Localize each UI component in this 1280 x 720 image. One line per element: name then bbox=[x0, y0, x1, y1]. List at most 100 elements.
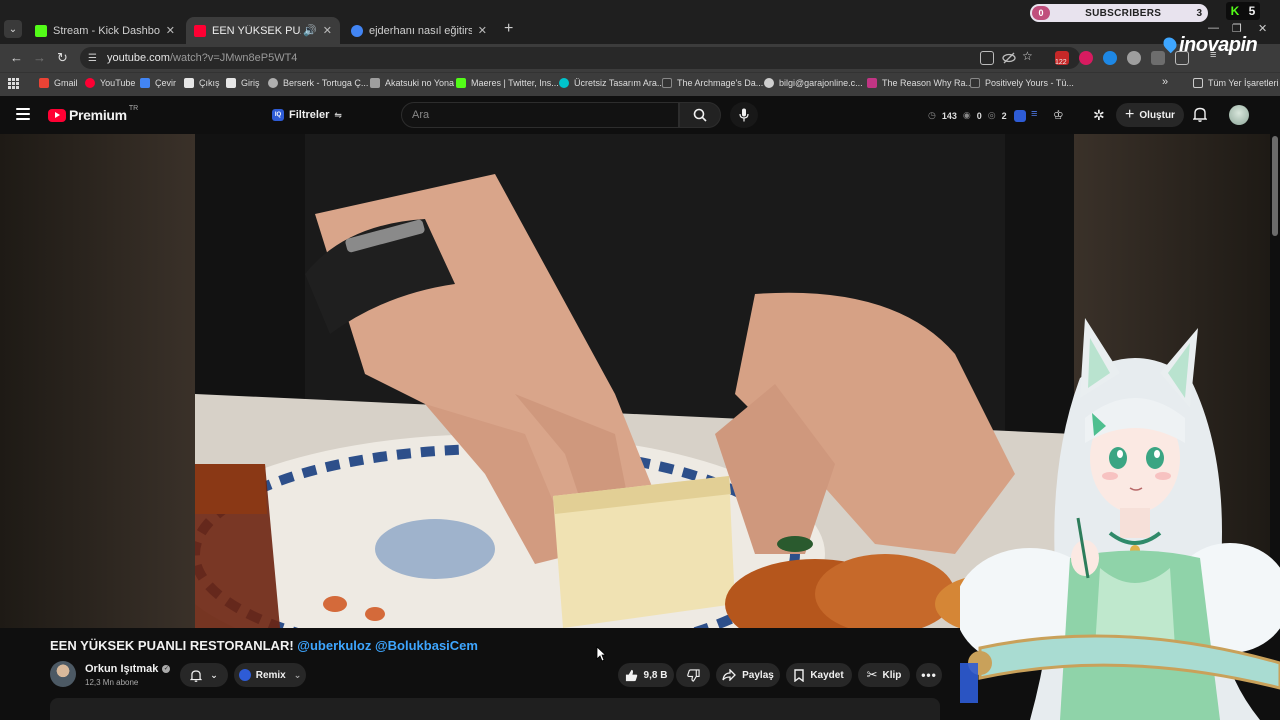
address-bar[interactable]: ☰ youtube.com/watch?v=JMwn8eP5WT4 bbox=[80, 47, 1080, 69]
like-button[interactable]: 9,8 B bbox=[618, 663, 674, 687]
guide-menu-icon[interactable] bbox=[16, 108, 30, 120]
tab-kick-dashboard[interactable]: Stream - Kick Dashboard ✕ bbox=[27, 17, 183, 44]
save-label: Kaydet bbox=[810, 669, 844, 681]
tab-close-icon[interactable]: ✕ bbox=[478, 24, 487, 37]
plus-icon: + bbox=[1125, 106, 1135, 123]
bookmark-garajonline[interactable]: bilgi@garajonline.c... bbox=[764, 78, 863, 88]
bookmark-canva[interactable]: Ücretsiz Tasarım Ara... bbox=[559, 78, 664, 88]
iq-extension-icon: IQ bbox=[272, 109, 284, 121]
bookmark-giris[interactable]: Giriş bbox=[226, 78, 260, 88]
apps-grid-icon[interactable] bbox=[8, 78, 19, 89]
mention-link[interactable]: @BolukbasiCem bbox=[375, 638, 478, 653]
bookmark-berserk[interactable]: Berserk - Tortuga Ç... bbox=[268, 78, 368, 88]
forward-icon[interactable]: → bbox=[33, 50, 46, 65]
bookmarks-bar: Gmail YouTube Çevir Çıkış Giriş Berserk … bbox=[0, 72, 1280, 96]
minimize-icon[interactable]: — bbox=[1208, 22, 1219, 34]
bookmarks-overflow-icon[interactable]: » bbox=[1162, 76, 1168, 88]
youtube-icon bbox=[85, 78, 95, 88]
voice-search-button[interactable] bbox=[730, 102, 758, 128]
video-title-text: EEN YÜKSEK PUANLI RESTORANLAR! bbox=[50, 638, 294, 653]
back-icon[interactable]: ← bbox=[10, 50, 23, 65]
channel-avatar[interactable] bbox=[50, 661, 76, 687]
logo-word: Premium bbox=[69, 107, 127, 123]
video-title: EEN YÜKSEK PUANLI RESTORANLAR! @uberkulo… bbox=[50, 638, 478, 653]
iq-extension-icon[interactable] bbox=[1014, 110, 1026, 122]
puzzle-settings-icon[interactable]: ✲ bbox=[1093, 107, 1105, 124]
youtube-premium-logo[interactable]: Premium TR bbox=[48, 105, 138, 123]
document-icon bbox=[226, 78, 236, 88]
inovapin-logo: inovapin bbox=[1160, 34, 1258, 57]
audio-playing-icon[interactable]: 🔊 bbox=[303, 24, 317, 37]
channel-name-text: Orkun Işıtmak bbox=[85, 663, 159, 675]
bookmark-positively-yours[interactable]: Positively Yours - Tü... bbox=[970, 78, 1074, 88]
bookmark-youtube[interactable]: YouTube bbox=[85, 78, 135, 88]
stat-c: 2 bbox=[1001, 110, 1007, 121]
share-button[interactable]: Paylaş bbox=[716, 663, 780, 687]
globe-icon bbox=[764, 78, 774, 88]
bookmark-akatsuki[interactable]: Akatsuki no Yona bbox=[370, 78, 454, 88]
extension-pink-icon[interactable] bbox=[1079, 51, 1093, 65]
leaf-icon bbox=[370, 78, 380, 88]
dislike-button[interactable] bbox=[676, 663, 710, 687]
map-pin-icon bbox=[1160, 34, 1180, 54]
verified-check-icon: ✓ bbox=[162, 665, 171, 673]
subscribers-goal-widget: 0 SUBSCRIBERS 3 bbox=[1030, 4, 1208, 22]
reload-icon[interactable]: ↻ bbox=[57, 50, 68, 66]
tab-close-icon[interactable]: ✕ bbox=[166, 24, 175, 37]
extension-blue-icon[interactable] bbox=[1103, 51, 1117, 65]
chevron-down-icon: ⌄ bbox=[293, 669, 302, 680]
cast-icon[interactable] bbox=[980, 51, 994, 65]
widget-label: SUBSCRIBERS bbox=[1085, 7, 1162, 19]
tab-close-icon[interactable]: ✕ bbox=[323, 24, 332, 37]
mouse-cursor-icon bbox=[596, 646, 606, 662]
subscription-bell-button[interactable]: ⌄ bbox=[180, 663, 228, 687]
all-bookmarks-folder[interactable]: Tüm Yer İşaretleri bbox=[1193, 78, 1279, 88]
bookmark-cevir[interactable]: Çevir bbox=[140, 78, 176, 88]
close-window-icon[interactable]: ✕ bbox=[1258, 22, 1267, 35]
bookmark-maeres[interactable]: Maeres | Twitter, Ins... bbox=[456, 78, 559, 88]
bookmark-archmage[interactable]: The Archmage's Da... bbox=[662, 78, 763, 88]
search-placeholder: Ara bbox=[412, 109, 430, 121]
kick-count: 5 bbox=[1248, 4, 1256, 18]
extension-cloud-icon[interactable] bbox=[1151, 51, 1165, 65]
achievement-icon[interactable]: ♔ bbox=[1053, 108, 1064, 122]
site-info-icon[interactable]: ☰ bbox=[88, 53, 97, 64]
create-button[interactable]: + Oluştur bbox=[1116, 103, 1184, 127]
account-avatar[interactable] bbox=[1229, 105, 1249, 125]
bookmark-gmail[interactable]: Gmail bbox=[39, 78, 78, 88]
tab-youtube-video[interactable]: EEN YÜKSEK PUANLI RESTOR 🔊 ✕ bbox=[186, 17, 340, 44]
save-button[interactable]: Kaydet bbox=[786, 663, 852, 687]
bookmark-cikis[interactable]: Çıkış bbox=[184, 78, 220, 88]
tab-title: Stream - Kick Dashboard bbox=[53, 24, 160, 37]
tab-search-button[interactable]: ⌄ bbox=[4, 20, 22, 38]
browser-toolbar: ← → ↻ ☰ youtube.com/watch?v=JMwn8eP5WT4 … bbox=[0, 44, 1280, 72]
bookmark-icon bbox=[794, 668, 805, 682]
folder-icon bbox=[1193, 78, 1203, 88]
eye-off-icon[interactable] bbox=[1002, 51, 1016, 65]
sliders-icon: ⇋ bbox=[334, 109, 342, 120]
channel-name[interactable]: Orkun Işıtmak ✓ bbox=[85, 663, 171, 675]
notifications-bell-icon[interactable] bbox=[1192, 106, 1208, 127]
extension-badge: 122 bbox=[1055, 59, 1067, 66]
clip-button[interactable]: ✂ Klip bbox=[858, 663, 910, 687]
notes-icon[interactable]: ≡ bbox=[1031, 108, 1037, 120]
ship-icon bbox=[268, 78, 278, 88]
filters-button[interactable]: IQ Filtreler ⇋ bbox=[272, 104, 342, 126]
search-button[interactable] bbox=[679, 102, 721, 128]
kick-icon bbox=[456, 78, 466, 88]
more-actions-button[interactable]: ••• bbox=[916, 663, 942, 687]
mention-link[interactable]: @uberkuloz bbox=[297, 638, 371, 653]
history-icon: ◷ bbox=[928, 110, 936, 120]
extension-stats: ◷ 143 ◉ 0 ◎ 2 bbox=[928, 110, 1007, 121]
tab-title: ejderhanı nasıl eğitirsin film - G bbox=[369, 24, 472, 37]
bookmark-reason-why[interactable]: The Reason Why Ra... bbox=[867, 78, 973, 88]
new-tab-button[interactable]: + bbox=[504, 20, 513, 38]
tab-google-search[interactable]: ejderhanı nasıl eğitirsin film - G ✕ bbox=[343, 17, 495, 44]
remix-button[interactable]: Remix ⌄ bbox=[234, 663, 306, 687]
scrollbar-thumb[interactable] bbox=[1272, 136, 1278, 236]
translate-icon bbox=[140, 78, 150, 88]
description-box[interactable] bbox=[50, 698, 940, 720]
extension-bulb-icon[interactable] bbox=[1127, 51, 1141, 65]
bookmark-star-icon[interactable]: ☆ bbox=[1022, 49, 1036, 63]
search-input[interactable]: Ara bbox=[401, 102, 679, 128]
